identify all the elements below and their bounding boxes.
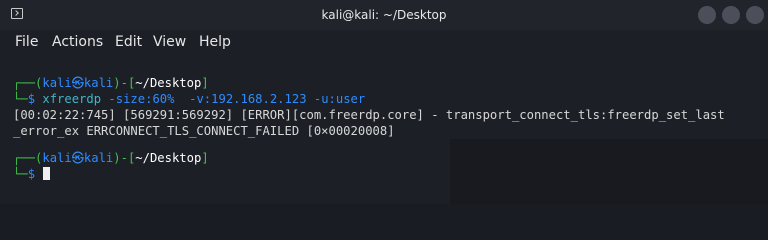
prompt-bracket-mid: )-[: [113, 76, 136, 90]
menu-edit[interactable]: Edit: [115, 32, 142, 52]
terminal-shade: [450, 139, 768, 204]
window-title: kali@kali: ~/Desktop: [321, 8, 447, 22]
prompt-dollar: $: [27, 92, 43, 106]
terminal-window: kali@kali: ~/Desktop File Actions Edit V…: [0, 0, 768, 204]
menu-actions[interactable]: Actions: [52, 32, 103, 52]
prompt-header-2: ┌──(kali㉿kali)-[~/Desktop]: [13, 150, 209, 166]
prompt-bracket-end: ]: [201, 76, 209, 90]
terminal-output[interactable]: ┌──(kali㉿kali)-[~/Desktop] └─$ xfreerdp …: [0, 54, 768, 204]
close-button[interactable]: [746, 6, 764, 24]
prompt-host: kali: [83, 151, 114, 165]
prompt-bracket-mid: )-[: [113, 151, 136, 165]
command-line-2: └─$: [13, 166, 51, 182]
command-line-1: └─$ xfreerdp -size:60% -v:192.168.2.123 …: [13, 91, 365, 107]
prompt-box-bottom: └─: [13, 167, 28, 181]
menu-help[interactable]: Help: [199, 32, 231, 52]
prompt-at-symbol: ㉿: [71, 151, 84, 165]
command-arg-size: -size:60%: [101, 92, 175, 106]
prompt-host: kali: [83, 76, 114, 90]
prompt-box-left: ┌──(: [13, 76, 43, 90]
text-cursor: [43, 167, 51, 180]
prompt-dollar: $: [27, 167, 43, 181]
output-line-2: _error_ex ERRCONNECT_TLS_CONNECT_FAILED …: [13, 124, 395, 138]
prompt-user: kali: [42, 151, 72, 165]
output-line-1: [00:02:22:745] [569291:569292] [ERROR][c…: [13, 108, 725, 122]
maximize-button[interactable]: [722, 6, 740, 24]
command-arg-v: -v:192.168.2.123: [174, 92, 307, 106]
menu-file[interactable]: File: [15, 32, 38, 52]
prompt-path: ~/Desktop: [135, 151, 202, 165]
command-name: xfreerdp: [42, 92, 102, 106]
prompt-at-symbol: ㉿: [71, 76, 84, 90]
prompt-box-left: ┌──(: [13, 151, 43, 165]
prompt-bracket-end: ]: [201, 151, 209, 165]
prompt-path: ~/Desktop: [135, 76, 202, 90]
minimize-button[interactable]: [698, 6, 716, 24]
prompt-header-1: ┌──(kali㉿kali)-[~/Desktop]: [13, 75, 209, 91]
prompt-box-bottom: └─: [13, 92, 28, 106]
menu-view[interactable]: View: [153, 32, 186, 52]
prompt-user: kali: [42, 76, 72, 90]
title-bar: kali@kali: ~/Desktop: [0, 0, 768, 30]
command-arg-u: -u:user: [306, 92, 366, 106]
